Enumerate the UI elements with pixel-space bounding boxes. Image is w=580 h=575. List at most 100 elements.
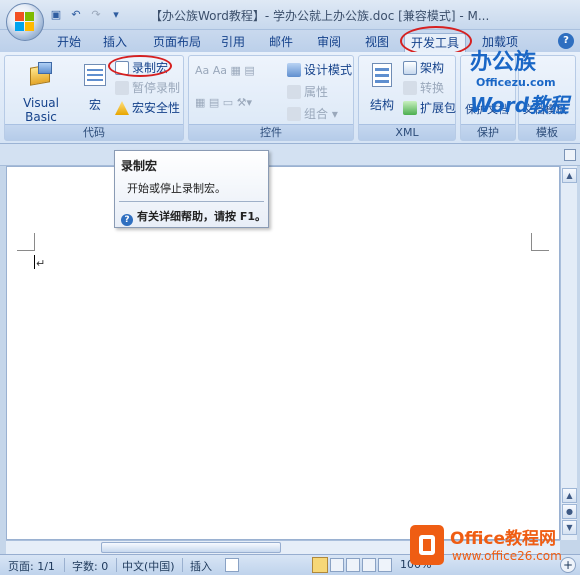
macro-security-button[interactable]: 宏安全性 <box>115 100 180 116</box>
tab-page-layout[interactable]: 页面布局 <box>148 33 206 52</box>
status-separator <box>64 558 65 572</box>
horizontal-scroll-thumb[interactable] <box>101 542 281 553</box>
macros-label: 宏 <box>88 98 101 112</box>
properties-button[interactable]: 属性 <box>287 84 328 100</box>
pause-recording-button[interactable]: 暂停录制 <box>115 80 180 96</box>
structure-button[interactable]: 结构 <box>363 60 401 113</box>
design-mode-label: 设计模式 <box>304 63 353 77</box>
record-macro-label: 录制宏 <box>132 61 169 75</box>
tooltip-divider <box>119 201 264 202</box>
status-page[interactable]: 页面: 1/1 <box>8 558 55 574</box>
visual-basic-label: Visual Basic <box>23 96 59 124</box>
properties-icon <box>287 85 301 99</box>
warning-icon <box>115 101 129 115</box>
document-page[interactable]: ↵ <box>6 166 560 540</box>
visual-basic-button[interactable]: Visual Basic <box>9 60 73 124</box>
tab-references[interactable]: 引用 <box>216 33 250 52</box>
design-mode-button[interactable]: 设计模式 <box>287 62 352 78</box>
status-separator <box>182 558 183 572</box>
group-code-label: 代码 <box>5 124 183 140</box>
watermark-officezu-url: Officezu.com <box>476 76 556 89</box>
window-title: 【办公族Word教程】- 学办公就上办公族.doc [兼容模式] - M... <box>150 9 490 23</box>
record-macro-button[interactable]: 录制宏 <box>115 60 168 76</box>
macro-security-label: 宏安全性 <box>132 101 181 115</box>
draft-view-icon[interactable] <box>378 558 392 572</box>
status-insert-mode[interactable]: 插入 <box>190 558 212 574</box>
watermark-office26: Office教程网 www.office26.com <box>410 522 578 572</box>
ruler-strip <box>0 144 580 166</box>
transform-label: 转换 <box>420 81 445 95</box>
schema-button[interactable]: 架构 <box>403 60 444 76</box>
previous-page-icon[interactable]: ▲ <box>562 488 577 503</box>
tab-view[interactable]: 视图 <box>360 33 394 52</box>
group-label-text: 组合 <box>304 107 329 121</box>
status-word-count[interactable]: 字数: 0 <box>72 558 108 574</box>
expansion-packs-button[interactable]: 扩展包 <box>403 100 456 116</box>
macro-recording-status-icon[interactable] <box>225 558 239 572</box>
expansion-packs-label: 扩展包 <box>420 101 457 115</box>
margin-mark-top-left <box>17 233 35 251</box>
view-ruler-toggle[interactable] <box>564 149 576 161</box>
group-button[interactable]: 组合 ▾ <box>287 106 338 122</box>
office26-logo-icon <box>410 525 444 565</box>
tooltip-help: ? 有关详细帮助，请按 F1。 <box>121 208 266 226</box>
help-icon: ? <box>121 214 133 226</box>
group-protect-label: 保护 <box>461 124 515 140</box>
schema-label: 架构 <box>420 61 445 75</box>
watermark-officezu-title: 办公族 <box>470 50 537 75</box>
macros-icon <box>80 60 110 90</box>
text-control-icons: Aa Aa ▦ ▤ <box>195 64 255 77</box>
quick-access-toolbar: ▣ ↶ ↷ ▾ <box>48 6 124 24</box>
watermark-office26-title: Office教程网 <box>450 529 557 549</box>
status-separator <box>116 558 117 572</box>
expansion-packs-icon <box>403 101 417 115</box>
undo-icon[interactable]: ↶ <box>68 7 84 23</box>
office-button[interactable] <box>6 3 44 41</box>
group-controls: Aa Aa ▦ ▤ ▦ ▤ ▭ ⚒▾ 设计模式 属性 组合 ▾ 控件 <box>188 55 354 141</box>
transform-button[interactable]: 转换 <box>403 80 444 96</box>
scroll-up-icon[interactable]: ▲ <box>562 168 577 183</box>
macros-button[interactable]: 宏 <box>79 60 111 113</box>
group-icon <box>287 107 301 121</box>
margin-mark-top-right <box>531 233 549 251</box>
schema-icon <box>403 61 417 75</box>
web-layout-view-icon[interactable] <box>346 558 360 572</box>
group-controls-label: 控件 <box>189 124 353 140</box>
watermark-officezu-subtitle: Word教程 <box>470 93 569 117</box>
vertical-scrollbar[interactable]: ▲ ▲ ● ▼ <box>560 166 577 540</box>
record-macro-tooltip: 录制宏 开始或停止录制宏。 ? 有关详细帮助，请按 F1。 <box>114 150 269 228</box>
redo-icon[interactable]: ↷ <box>88 7 104 23</box>
record-macro-icon <box>115 61 129 75</box>
save-icon[interactable]: ▣ <box>48 7 64 23</box>
text-cursor <box>34 255 35 269</box>
tab-home[interactable]: 开始 <box>52 33 86 52</box>
status-language[interactable]: 中文(中国) <box>122 558 175 574</box>
tab-mailings[interactable]: 邮件 <box>264 33 298 52</box>
tooltip-help-text: 有关详细帮助，请按 F1。 <box>137 210 266 223</box>
group-code: Visual Basic 宏 录制宏 暂停录制 宏安全性 代码 <box>4 55 184 141</box>
title-bar: ▣ ↶ ↷ ▾ 【办公族Word教程】- 学办公就上办公族.doc [兼容模式]… <box>0 0 580 41</box>
pause-icon <box>115 81 129 95</box>
legacy-control-icons: ▦ ▤ ▭ ⚒▾ <box>195 96 253 109</box>
transform-icon <box>403 81 417 95</box>
watermark-officezu: 办公族 Officezu.com Word教程 <box>470 44 569 118</box>
customize-qat-icon[interactable]: ▾ <box>108 7 124 23</box>
group-xml-label: XML <box>359 124 455 140</box>
design-mode-icon <box>287 63 301 77</box>
tab-developer[interactable]: 开发工具 <box>404 33 466 52</box>
pause-recording-label: 暂停录制 <box>132 81 181 95</box>
print-layout-view-icon[interactable] <box>312 557 328 573</box>
tab-insert[interactable]: 插入 <box>98 33 132 52</box>
properties-label: 属性 <box>304 85 329 99</box>
outline-view-icon[interactable] <box>362 558 376 572</box>
paragraph-mark: ↵ <box>36 257 46 270</box>
browse-object-icon[interactable]: ● <box>562 504 577 519</box>
tooltip-title: 录制宏 <box>121 159 158 173</box>
tab-review[interactable]: 审阅 <box>312 33 346 52</box>
structure-label: 结构 <box>369 98 394 112</box>
group-templates-label: 模板 <box>519 124 575 140</box>
tooltip-description: 开始或停止录制宏。 <box>127 182 226 195</box>
group-xml: 结构 架构 转换 扩展包 XML <box>358 55 456 141</box>
watermark-office26-url: www.office26.com <box>452 549 562 563</box>
full-screen-view-icon[interactable] <box>330 558 344 572</box>
